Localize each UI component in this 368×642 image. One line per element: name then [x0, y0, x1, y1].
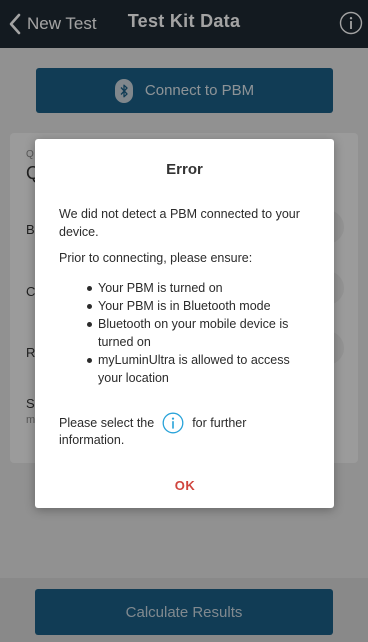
dialog-note-line2: information. [59, 433, 125, 447]
checklist: Your PBM is turned on Your PBM is in Blu… [59, 279, 315, 387]
bullet [87, 322, 92, 327]
note-text-after: for further [192, 416, 247, 430]
list-item: Bluetooth on your mobile device is turne… [59, 315, 315, 351]
list-item: Your PBM is in Bluetooth mode [59, 297, 315, 315]
bullet [87, 358, 92, 363]
list-item-text: Your PBM is turned on [98, 281, 223, 295]
dialog-message: We did not detect a PBM connected to you… [59, 207, 300, 239]
list-item: myLuminUltra is allowed to access your l… [59, 351, 315, 387]
list-item-text: myLuminUltra is allowed to access your l… [98, 353, 290, 385]
dialog-prior-text: Prior to connecting, please ensure: [59, 251, 253, 265]
note-text-before: Please select the [59, 416, 155, 430]
list-item: Your PBM is turned on [59, 279, 315, 297]
bullet [87, 286, 92, 291]
dialog-title: Error [166, 161, 203, 178]
bullet [87, 304, 92, 309]
list-item-text: Your PBM is in Bluetooth mode [98, 299, 271, 313]
list-item-text: Bluetooth on your mobile device is turne… [98, 317, 289, 349]
ok-button[interactable]: OK [155, 478, 215, 498]
error-dialog: Error We did not detect a PBM connected … [35, 139, 334, 508]
